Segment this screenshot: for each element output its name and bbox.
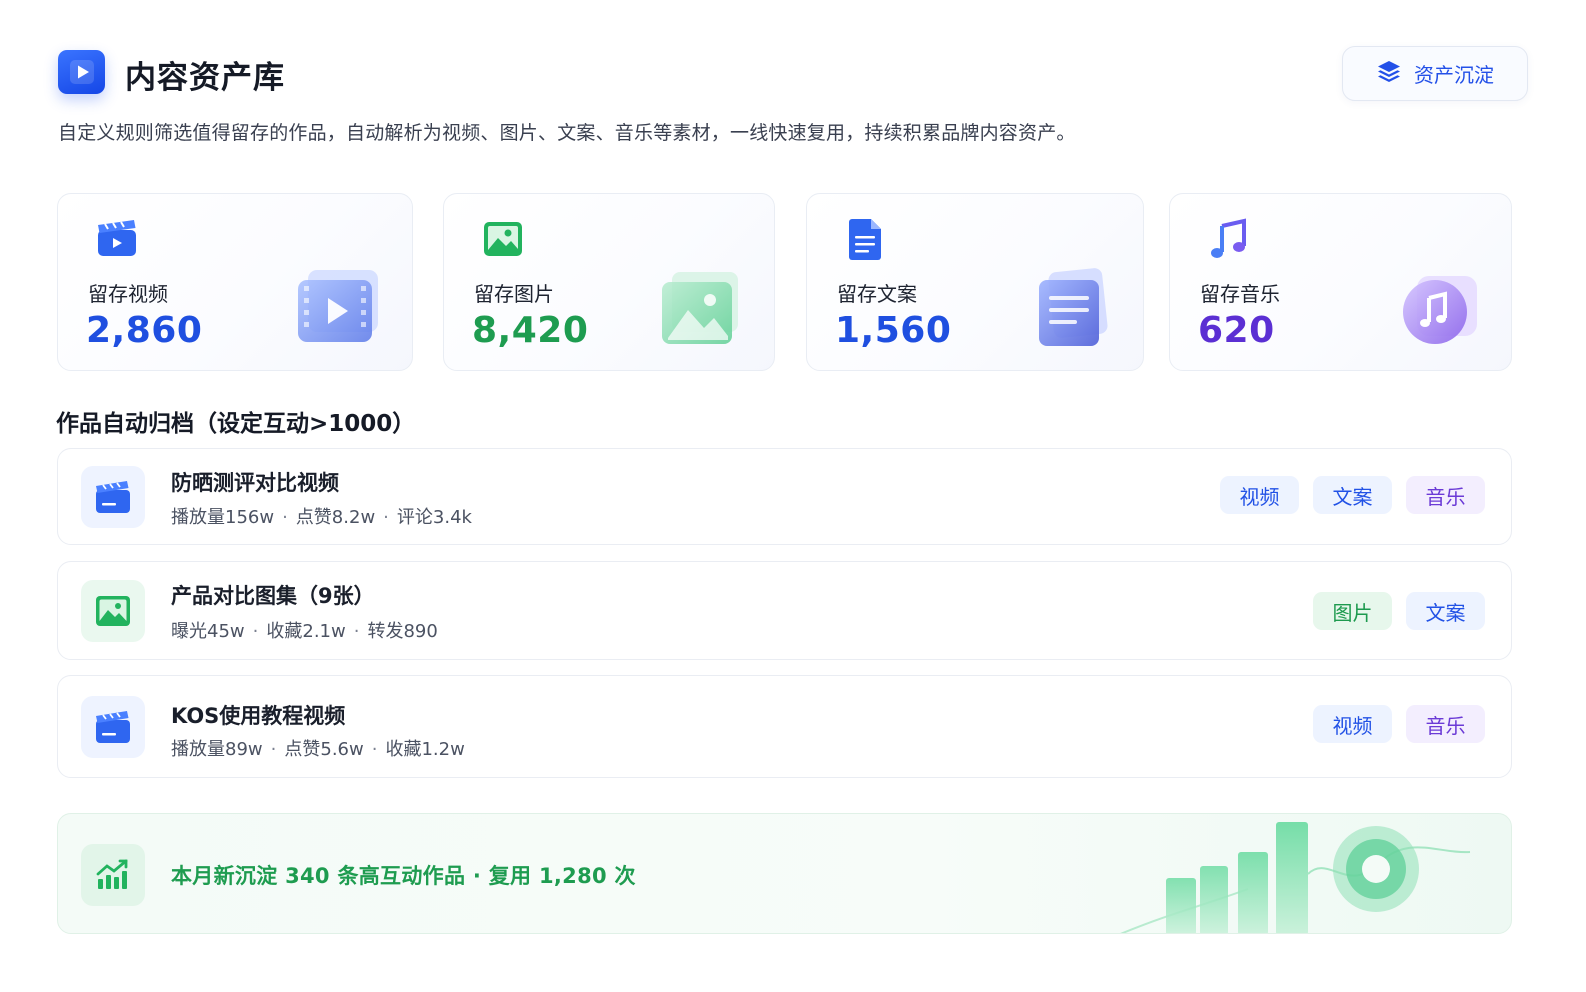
play-logo-icon [58, 50, 105, 94]
stat-label: 留存文案 [837, 282, 917, 306]
tag-music[interactable]: 音乐 [1406, 705, 1485, 743]
image-icon [480, 216, 526, 262]
monthly-summary-banner: 本月新沉淀 340 条高互动作品 · 复用 1,280 次 [57, 813, 1512, 934]
music-note-icon [1206, 216, 1252, 262]
video-clapper-icon [81, 466, 145, 528]
stat-label: 留存视频 [88, 282, 168, 306]
item-title: KOS使用教程视频 [171, 704, 346, 728]
list-item[interactable]: KOS使用教程视频 播放量89w · 点赞5.6w · 收藏1.2w 视频 音乐 [57, 675, 1512, 778]
metric: 收藏2.1w [266, 621, 346, 642]
metric: 转发890 [367, 621, 438, 642]
metric: 播放量156w [171, 507, 275, 528]
stat-card-music: 留存音乐 620 [1169, 193, 1512, 371]
video-illustration-icon [290, 266, 386, 354]
asset-deposit-label: 资产沉淀 [1414, 63, 1494, 87]
page-title: 内容资产库 [125, 60, 285, 96]
item-metrics: 播放量156w · 点赞8.2w · 评论3.4k [171, 507, 472, 528]
metric: 收藏1.2w [385, 739, 465, 760]
layers-icon [1376, 58, 1402, 89]
stat-card-copy: 留存文案 1,560 [806, 193, 1144, 371]
tag-video[interactable]: 视频 [1313, 705, 1392, 743]
image-illustration-icon [652, 266, 748, 354]
stat-card-video: 留存视频 2,860 [57, 193, 413, 371]
stat-value: 1,560 [835, 310, 952, 351]
item-metrics: 播放量89w · 点赞5.6w · 收藏1.2w [171, 739, 465, 760]
tag-row: 图片 文案 [1313, 592, 1485, 630]
tag-copy[interactable]: 文案 [1406, 592, 1485, 630]
document-icon [843, 216, 889, 262]
content-asset-library-page: 内容资产库 自定义规则筛选值得留存的作品，自动解析为视频、图片、文案、音乐等素材… [0, 0, 1586, 992]
metric: 播放量89w [171, 739, 263, 760]
document-illustration-icon [1021, 266, 1117, 354]
stat-label: 留存音乐 [1200, 282, 1280, 306]
list-item[interactable]: 产品对比图集（9张） 曝光45w · 收藏2.1w · 转发890 图片 文案 [57, 561, 1512, 660]
section-title: 作品自动归档（设定互动>1000） [56, 411, 416, 437]
item-title: 防晒测评对比视频 [171, 471, 339, 495]
music-illustration-icon [1389, 266, 1485, 354]
image-icon [81, 580, 145, 642]
page-description: 自定义规则筛选值得留存的作品，自动解析为视频、图片、文案、音乐等素材，一线快速复… [58, 122, 1076, 144]
metric: 评论3.4k [396, 507, 472, 528]
item-metrics: 曝光45w · 收藏2.1w · 转发890 [171, 621, 438, 642]
video-clapper-icon [81, 696, 145, 758]
metric: 点赞8.2w [295, 507, 376, 528]
tag-image[interactable]: 图片 [1313, 592, 1392, 630]
stat-label: 留存图片 [474, 282, 554, 306]
stat-value: 8,420 [472, 310, 589, 351]
tag-video[interactable]: 视频 [1220, 476, 1299, 514]
metric: 曝光45w [171, 621, 245, 642]
tag-music[interactable]: 音乐 [1406, 476, 1485, 514]
stat-value: 620 [1198, 310, 1275, 351]
stat-value: 2,860 [86, 310, 203, 351]
video-clapper-icon [94, 216, 140, 262]
metric: 点赞5.6w [284, 739, 364, 760]
list-item[interactable]: 防晒测评对比视频 播放量156w · 点赞8.2w · 评论3.4k 视频 文案 音乐 [57, 448, 1512, 545]
tag-row: 视频 音乐 [1313, 705, 1485, 743]
stat-card-image: 留存图片 8,420 [443, 193, 775, 371]
summary-text: 本月新沉淀 340 条高互动作品 · 复用 1,280 次 [171, 864, 636, 888]
tag-row: 视频 文案 音乐 [1220, 476, 1485, 514]
trend-chart-icon [81, 844, 145, 906]
tag-copy[interactable]: 文案 [1313, 476, 1392, 514]
item-title: 产品对比图集（9张） [171, 584, 375, 608]
asset-deposit-button[interactable]: 资产沉淀 [1342, 46, 1528, 101]
growth-illustration-icon [1078, 814, 1508, 933]
